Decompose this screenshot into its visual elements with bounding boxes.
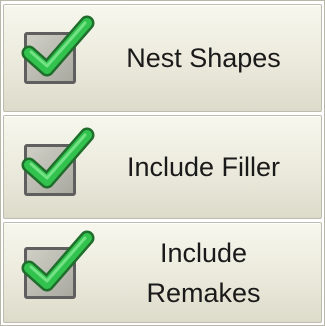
include-remakes-label-line2: Remakes [146,277,261,308]
include-remakes-label: Include Remakes [92,223,315,322]
nest-shapes-label: Nest Shapes [126,43,281,73]
checkmark-icon [21,127,95,189]
nest-shapes-checkbox[interactable] [21,15,95,84]
include-remakes-option[interactable]: Include Remakes [3,222,322,323]
include-remakes-label-line1: Include [159,237,248,268]
include-filler-label: Include Filler [126,152,281,182]
include-filler-option[interactable]: Include Filler [3,115,322,219]
checkmark-icon [21,15,95,77]
include-filler-checkbox[interactable] [21,127,95,196]
options-panel: Nest Shapes Include Filler Include Remak… [0,0,325,326]
include-remakes-checkbox[interactable] [21,230,95,299]
checkmark-icon [21,230,95,292]
nest-shapes-option[interactable]: Nest Shapes [3,4,322,112]
